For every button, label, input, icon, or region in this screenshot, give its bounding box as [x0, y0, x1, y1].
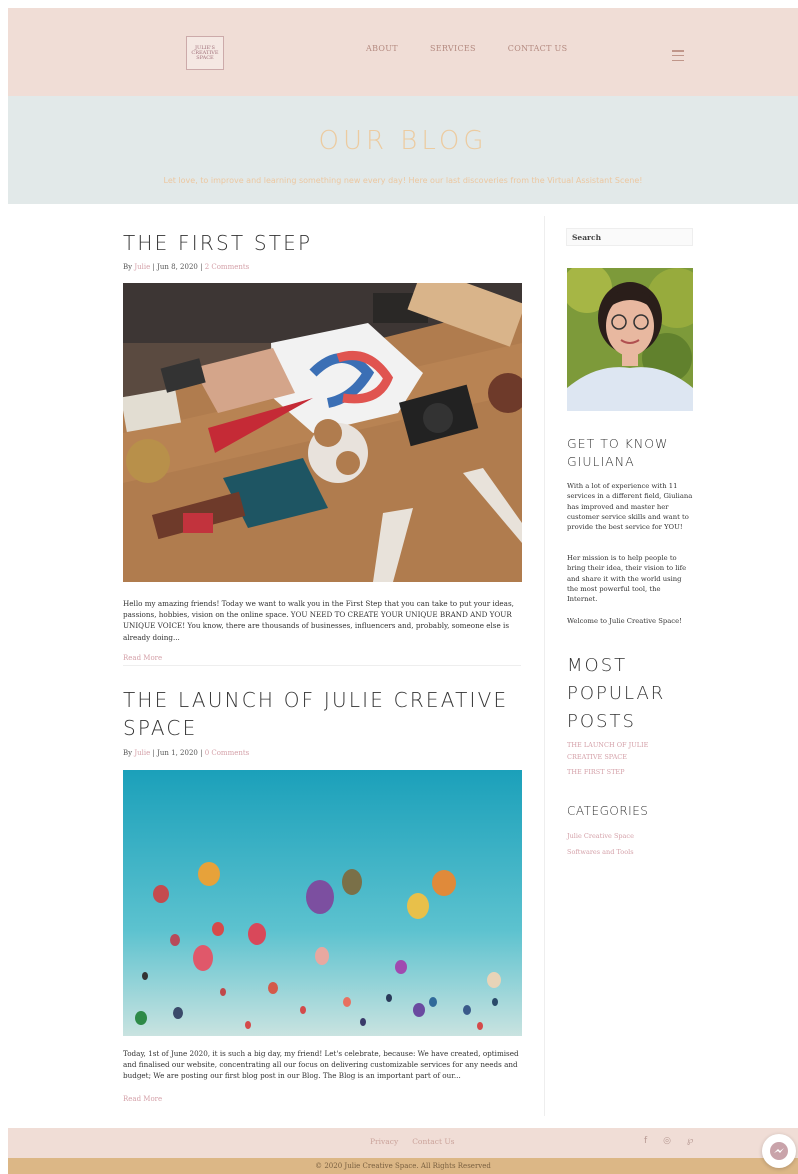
logo-text: JULIE'S CREATIVE SPACE [191, 45, 218, 61]
site-header: JULIE'S CREATIVE SPACE ABOUT SERVICES CO… [8, 8, 798, 96]
post-date: Jun 1, 2020 [157, 749, 198, 757]
post-by-label: By [123, 263, 133, 271]
hot-air-balloons-image [123, 770, 522, 1036]
about-text: With a lot of experience with 11 service… [567, 482, 693, 532]
footer-link-privacy[interactable]: Privacy [370, 1137, 398, 1146]
nav-contact-us[interactable]: CONTACT US [508, 44, 568, 53]
nav-about[interactable]: ABOUT [366, 44, 398, 53]
logo-line-3: SPACE [196, 54, 214, 61]
profile-photo [567, 268, 693, 411]
post-title-2[interactable]: THE LAUNCH OF JULIE CREATIVE SPACE [123, 686, 523, 742]
popular-posts-heading: MOST POPULAR POSTS [567, 655, 666, 732]
post-image-2[interactable] [123, 770, 522, 1036]
social-links: f ◎ ℘ [644, 1136, 693, 1146]
read-more-link-2[interactable]: Read More [123, 1095, 162, 1103]
post-meta-1: By Julie | Jun 8, 2020 | 2 Comments [123, 263, 250, 271]
copyright-bar: © 2020 Julie Creative Space. All Rights … [8, 1158, 798, 1174]
post-date: Jun 8, 2020 [157, 263, 198, 271]
footer-link-contact[interactable]: Contact Us [412, 1137, 454, 1146]
category-link[interactable]: Julie Creative Space [567, 831, 677, 843]
post-comments-link[interactable]: 0 Comments [205, 749, 250, 757]
search-input[interactable]: Search [566, 228, 693, 246]
portrait-image [567, 268, 693, 411]
messenger-icon [770, 1142, 788, 1160]
blog-hero: OUR BLOG Let love, to improve and learni… [8, 96, 798, 204]
page-title: OUR BLOG [318, 126, 488, 156]
post-title-1[interactable]: THE FIRST STEP [123, 229, 523, 257]
page-subtitle: Let love, to improve and learning someth… [163, 176, 643, 185]
post-meta-2: By Julie | Jun 1, 2020 | 0 Comments [123, 749, 250, 757]
post-divider [123, 665, 521, 666]
post-by-label: By [123, 749, 133, 757]
site-logo[interactable]: JULIE'S CREATIVE SPACE [186, 36, 224, 70]
popular-post-link[interactable]: THE FIRST STEP [567, 767, 677, 779]
footer-links: Privacy Contact Us [370, 1137, 455, 1146]
facebook-icon[interactable]: f [644, 1136, 647, 1146]
post-author-link[interactable]: Julie [134, 749, 150, 757]
post-comments-link[interactable]: 2 Comments [205, 263, 250, 271]
nav-services[interactable]: SERVICES [430, 44, 476, 53]
post-excerpt-1: Hello my amazing friends! Today we want … [123, 599, 514, 642]
instagram-icon[interactable]: ◎ [663, 1136, 671, 1146]
flatlay-desk-image [123, 283, 522, 582]
main-nav: ABOUT SERVICES CONTACT US [366, 44, 567, 53]
mission-text: Her mission is to help people to bring t… [567, 554, 687, 604]
post-image-1[interactable] [123, 283, 522, 582]
about-heading: GET TO KNOW GIULIANA [567, 436, 669, 469]
post-author-link[interactable]: Julie [134, 263, 150, 271]
site-footer: Privacy Contact Us f ◎ ℘ [8, 1128, 798, 1158]
category-link[interactable]: Softwares and Tools [567, 847, 677, 859]
hamburger-menu-icon[interactable] [672, 50, 684, 61]
messenger-chat-icon[interactable] [762, 1134, 796, 1168]
welcome-text: Welcome to Julie Creative Space! [567, 617, 682, 625]
categories-heading: CATEGORIES [567, 804, 649, 818]
sidebar-divider [544, 216, 545, 1116]
post-excerpt-2: Today, 1st of June 2020, it is such a bi… [123, 1049, 519, 1081]
pinterest-icon[interactable]: ℘ [687, 1136, 693, 1146]
read-more-link-1[interactable]: Read More [123, 654, 162, 662]
popular-post-link[interactable]: THE LAUNCH OF JULIE CREATIVE SPACE [567, 740, 677, 763]
